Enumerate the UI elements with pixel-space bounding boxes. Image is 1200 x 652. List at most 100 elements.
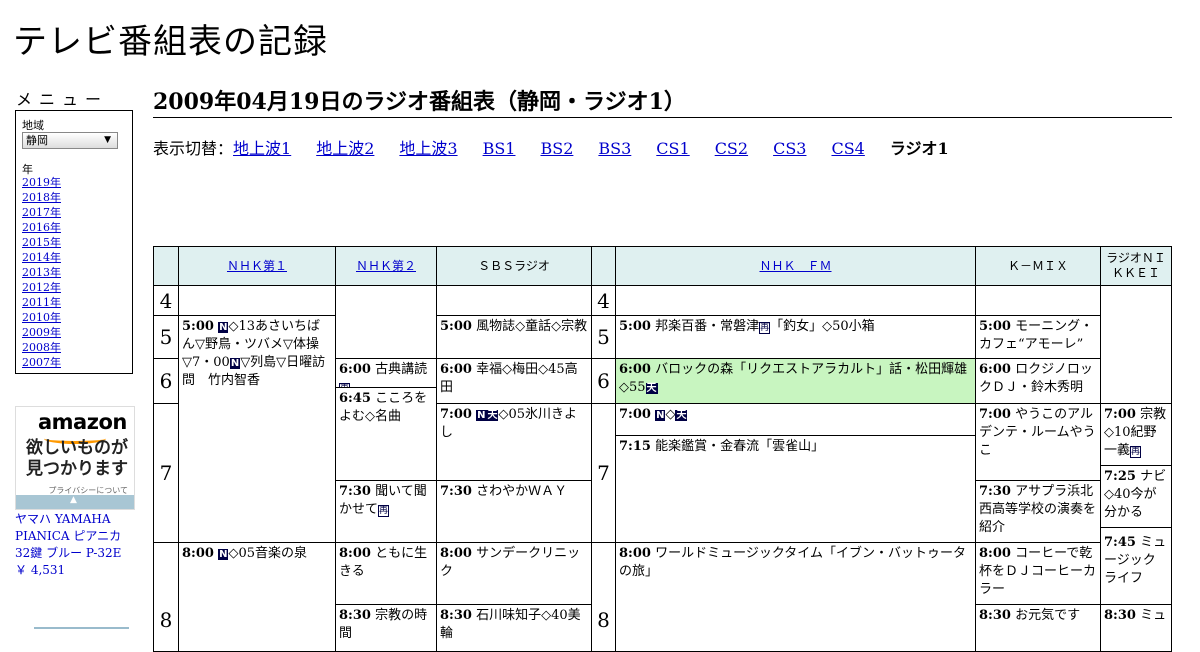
program-cell[interactable]: 5:00 邦楽百番・常磐津再「釣女」◇50小箱 [615,315,976,359]
program-cell[interactable]: 5:00 N◇13あさいちばん▽野鳥・ツバメ▽体操▽7・00N▽列島▽日曜訪問 … [178,315,336,543]
program-title: 古典講読 [375,362,428,377]
program-cell[interactable]: 7:15 能楽鑑賞・金春流「雲雀山」 [615,435,976,543]
program-time: 7:00 [440,407,472,422]
year-link-2011[interactable]: 2011年 [22,296,61,309]
program-time: 7:45 [1104,535,1136,550]
program-time: 6:00 [339,362,371,377]
product-item: ヤマハ YAMAHA PIANICA ピアニカ 32鍵 ブルー P-32E ￥ … [15,511,137,579]
program-time: 7:30 [339,484,371,499]
program-time: 7:00 [619,407,651,422]
program-cell[interactable]: 8:00 コーヒーで乾杯をＤＪコーヒーカラー [975,542,1101,605]
program-title: 能楽鑑賞・金春流「雲雀山」 [655,439,825,454]
program-cell[interactable]: 7:45 ミュージックライフ [1100,527,1172,605]
program-cell-empty [975,285,1101,316]
region-select[interactable]: 静岡 ▼ [22,132,118,149]
year-link-2018[interactable]: 2018年 [22,191,61,204]
schedule-grid: ＮＨＫ第１ ＮＨＫ第２ ＳＢＳラジオ ＮＨＫ ＦＭ Ｋ－ＭＩＸ ラジオＮＩＫＫＥ… [153,246,1172,652]
hour-label: 4 [159,288,173,313]
switch-current: ラジオ1 [889,139,949,158]
corner-cell-2 [591,246,616,286]
switch-link-bs1[interactable]: BS1 [483,139,516,158]
corner-cell [153,246,179,286]
program-cell[interactable]: 7:00 宗教◇10紀野一義再 [1100,403,1172,466]
program-cell-highlighted[interactable]: 6:00 バロックの森「リクエストアラカルト」話・松田輝雄◇55天 [615,358,976,404]
program-cell[interactable]: 6:00 古典講読再 [335,358,437,388]
switch-link-cs3[interactable]: CS3 [773,139,806,158]
program-time: 7:30 [979,484,1011,499]
program-time: 5:00 [979,319,1011,334]
switch-link-bs3[interactable]: BS3 [598,139,631,158]
year-link-2008[interactable]: 2008年 [22,341,61,354]
news-icon: N [218,322,229,333]
program-cell[interactable]: 7:25 ナビ◇40今が分かる [1100,465,1172,528]
year-list: 2019年 2018年 2017年 2016年 2015年 2014年 2013… [22,175,61,370]
station-header-nhk1: ＮＨＫ第１ [178,246,336,286]
program-title: ◇05音楽の泉 [228,546,307,561]
year-link-2012[interactable]: 2012年 [22,281,61,294]
year-link-2017[interactable]: 2017年 [22,206,61,219]
station-link-nhk1[interactable]: ＮＨＫ第１ [227,259,287,274]
ad-text: 欲しいものが見つかります [26,438,128,479]
program-cell[interactable]: 7:00 N◇天 [615,403,976,436]
program-cell[interactable]: 8:00 ワールドミュージックタイム「イブン・バットゥータの旅」 [615,542,976,652]
station-link-nhkfm[interactable]: ＮＨＫ ＦＭ [759,259,831,274]
product-price: ￥ 4,531 [15,563,66,577]
program-cell[interactable]: 8:00 N◇05音楽の泉 [178,542,336,652]
station-name-nikkei: ラジオＮＩＫＫＥＩ [1106,251,1166,280]
switch-link-bs2[interactable]: BS2 [540,139,573,158]
product-link[interactable]: ヤマハ YAMAHA PIANICA ピアニカ 32鍵 ブルー P-32E [15,512,121,560]
switch-link-cs2[interactable]: CS2 [715,139,748,158]
dropdown-arrow-icon: ▼ [104,135,111,145]
hour-label: 6 [597,369,610,393]
program-cell[interactable]: 8:00 ともに生きる [335,542,437,605]
year-link-2010[interactable]: 2010年 [22,311,61,324]
hour-cell-4: 4 [153,285,179,316]
program-time: 6:00 [979,362,1011,377]
program-cell[interactable]: 7:00 N 天◇05氷川きよし [436,403,592,481]
program-cell[interactable]: 7:30 聞いて聞かせて再 [335,480,437,543]
program-cell[interactable]: 8:30 宗教の時間 [335,604,437,652]
switcher-label: 表示切替： [153,139,234,158]
hour-cell-8: 8 [153,542,179,652]
program-cell[interactable]: 7:30 アサプラ浜北西高等学校の演奏を紹介 [975,480,1101,543]
news-icon: N [218,549,229,560]
year-link-2015[interactable]: 2015年 [22,236,61,249]
program-cell[interactable]: 6:45 こころをよむ◇名曲 [335,387,437,481]
year-link-2013[interactable]: 2013年 [22,266,61,279]
program-cell[interactable]: 8:30 石川味知子◇40美輪 [436,604,592,652]
program-time: 7:00 [1104,407,1136,422]
news-icon: N [229,358,241,369]
station-link-nhk2[interactable]: ＮＨＫ第２ [356,259,416,274]
program-cell[interactable]: 7:00 やうこのアルデンテ・ルームやうこ [975,403,1101,481]
program-time: 8:30 [1104,608,1136,623]
program-time: 8:00 [440,546,472,561]
program-cell[interactable]: 7:30 さわやかＷＡＹ [436,480,592,543]
program-cell[interactable]: 6:00 ロクジノロックＤＪ・鈴木秀明 [975,358,1101,404]
program-cell[interactable]: 8:00 サンデークリニック [436,542,592,605]
program-title: ◇ [665,407,676,422]
year-link-2009[interactable]: 2009年 [22,326,61,339]
program-cell[interactable]: 6:00 幸福◇梅田◇45高田 [436,358,592,404]
switch-link-terrestrial1[interactable]: 地上波1 [233,139,291,158]
switch-link-cs1[interactable]: CS1 [656,139,689,158]
hour-cell-6: 6 [591,358,616,404]
program-time: 5:00 [182,319,214,334]
news-icon: N [655,410,666,421]
year-link-2014[interactable]: 2014年 [22,251,61,264]
station-header-nhkfm: ＮＨＫ ＦＭ [615,246,976,286]
year-link-2016[interactable]: 2016年 [22,221,61,234]
switch-link-terrestrial2[interactable]: 地上波2 [316,139,374,158]
program-time: 8:30 [979,608,1011,623]
program-time: 8:00 [339,546,371,561]
switch-link-cs4[interactable]: CS4 [831,139,864,158]
program-cell[interactable]: 8:30 お元気です [975,604,1101,652]
program-cell[interactable]: 8:30 ミュ [1100,604,1172,652]
year-link-2007[interactable]: 2007年 [22,356,61,369]
year-link-2019[interactable]: 2019年 [22,176,61,189]
program-title: お元気です [1015,608,1081,623]
program-time: 6:00 [619,362,651,377]
amazon-ad-banner[interactable]: amazon 欲しいものが見つかります プライバシーについて ▲ [15,406,135,510]
program-cell[interactable]: 5:00 モーニング・カフェ“アモーレ” [975,315,1101,359]
program-cell[interactable]: 5:00 風物誌◇童話◇宗教 [436,315,592,359]
switch-link-terrestrial3[interactable]: 地上波3 [399,139,457,158]
